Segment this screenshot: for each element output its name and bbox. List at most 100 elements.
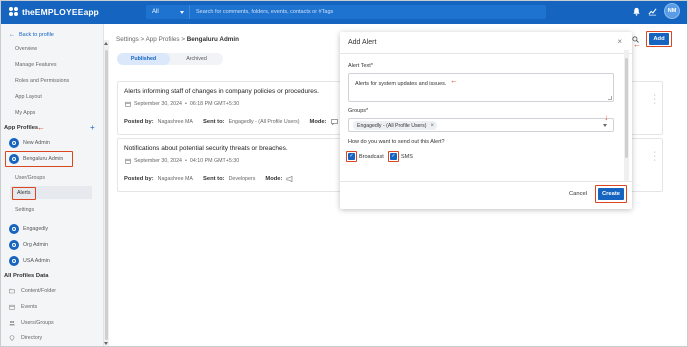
sidebar-item-settings[interactable]: Settings (15, 207, 34, 213)
mode-label: Mode: (309, 119, 327, 125)
calendar-icon (125, 101, 131, 107)
profile-label: Engagedly (23, 226, 49, 232)
users-icon (9, 321, 15, 326)
breadcrumb-app-profiles[interactable]: App Profiles (146, 36, 180, 43)
alert-date: September 30, 2024 • 04:10 PM GMT+5:30 (125, 158, 239, 164)
alert-time-text: 06:18 PM GMT+5:30 (189, 101, 240, 107)
modal-scrollbar[interactable] (624, 50, 629, 182)
close-icon[interactable]: × (617, 38, 622, 46)
status-tabs: Published Archived (117, 53, 223, 65)
add-profile-plus-icon[interactable]: + (90, 124, 95, 132)
group-chip-label: Engagedly - (All Profile Users) (357, 122, 427, 129)
data-item-label: Content/Folder (21, 288, 57, 294)
calendar-icon (9, 304, 15, 310)
posted-by-value: Nagashree MA (157, 119, 193, 125)
sidebar-item-manage-features[interactable]: Manage Features (15, 62, 57, 68)
sidebar-item-my-apps[interactable]: My Apps (15, 110, 35, 116)
alert-text-value: Alerts for system updates and issues. (355, 81, 447, 87)
chevron-down-icon[interactable] (603, 124, 607, 127)
pin-icon (9, 335, 15, 341)
posted-by-value: Nagashree MA (157, 176, 193, 182)
sidebar-item-user-groups[interactable]: User/Groups (15, 175, 45, 181)
dot-separator: • (185, 101, 187, 107)
divider (340, 53, 632, 54)
tab-published[interactable]: Published (117, 53, 170, 65)
alert-footer: Posted by: Nagashree MA Sent to: Develop… (124, 176, 294, 182)
scrollbar-thumb[interactable] (625, 58, 628, 158)
search-input[interactable]: Search for comments, folders, events, co… (190, 9, 333, 15)
sidebar-item-directory[interactable]: Directory (9, 335, 42, 341)
sidebar-item-roles-permissions[interactable]: Roles and Permissions (15, 78, 69, 84)
kebab-icon[interactable]: · · · (654, 149, 656, 164)
alert-time-text: 04:10 PM GMT+5:30 (189, 158, 240, 164)
resize-handle-icon[interactable] (608, 96, 612, 100)
top-icons: NM (632, 3, 680, 19)
sent-to-label: Sent to: (202, 176, 225, 182)
groups-label: Groups* (348, 108, 369, 114)
avatar[interactable]: NM (664, 3, 680, 19)
profile-label: Org Admin (23, 242, 49, 248)
alert-text-label: Alert Text* (348, 63, 373, 69)
annotation-arrow-icon: ← (633, 40, 641, 49)
sent-to-value: Engagedly - (All Profile Users) (228, 119, 300, 125)
app-logo[interactable]: theEMPLOYEEapp (9, 7, 99, 17)
posted-by-label: Posted by: (124, 176, 154, 182)
sidebar-item-engagedly[interactable]: Engagedly (9, 224, 48, 234)
alert-text-field[interactable]: Alerts for system updates and issues. (348, 73, 614, 102)
breadcrumb-separator: > (181, 36, 185, 43)
send-out-label: How do you want to send out this Alert? (348, 139, 445, 145)
tab-archived[interactable]: Archived (170, 53, 223, 65)
sidebar-item-overview[interactable]: Overview (15, 46, 37, 52)
sidebar-item-users-groups[interactable]: Users/Groups (9, 320, 54, 326)
mode-label: Mode: (265, 176, 283, 182)
chart-icon[interactable] (648, 7, 657, 16)
annotation-highlight-box (346, 151, 357, 162)
search-scope-value: All (152, 9, 159, 15)
breadcrumb-current: Bengaluru Admin (186, 36, 239, 43)
cancel-button[interactable]: Cancel (569, 191, 587, 197)
sent-to-value: Developers (228, 176, 256, 182)
group-chip: Engagedly - (All Profile Users) × (353, 121, 437, 130)
annotation-arrow-icon: ← (450, 76, 458, 85)
sent-to-label: Sent to: (202, 119, 225, 125)
megaphone-icon (286, 176, 293, 182)
sidebar-item-app-layout[interactable]: App Layout (15, 94, 42, 100)
back-to-profile-link[interactable]: ← Back to profile (9, 32, 54, 38)
sidebar-item-new-admin[interactable]: New Admin (9, 138, 50, 148)
annotation-arrow-icon: ← (37, 123, 45, 132)
annotation-highlight-box (12, 187, 36, 200)
breadcrumb-settings[interactable]: Settings (116, 36, 139, 43)
profile-label: USA Admin (23, 258, 50, 264)
kebab-icon[interactable]: · · · (654, 92, 656, 107)
profile-label: New Admin (23, 140, 50, 146)
app-profiles-heading: App Profiles (4, 125, 39, 131)
data-item-label: Directory (21, 335, 43, 341)
sidebar-item-org-admin[interactable]: Org Admin (9, 240, 48, 250)
alert-footer: Posted by: Nagashree MA Sent to: Engaged… (124, 119, 338, 125)
sidebar-item-usa-admin[interactable]: USA Admin (9, 256, 50, 266)
data-item-label: Users/Groups (21, 320, 54, 326)
profile-globe-icon (9, 256, 19, 266)
profile-globe-icon (9, 224, 19, 234)
sidebar-item-events[interactable]: Events (9, 304, 37, 310)
broadcast-label: Broadcast (359, 153, 384, 160)
message-icon (330, 119, 338, 125)
logo-mark-icon (9, 7, 19, 17)
breadcrumb-separator: > (140, 36, 145, 43)
scrollbar-thumb[interactable] (105, 50, 108, 340)
posted-by-label: Posted by: (124, 119, 154, 125)
groups-select[interactable]: Engagedly - (All Profile Users) × (348, 118, 614, 132)
profile-globe-icon (9, 240, 19, 250)
sidebar-item-content-folder[interactable]: Content/Folder (9, 288, 56, 294)
chip-remove-icon[interactable]: × (430, 123, 434, 129)
annotation-highlight-box (388, 151, 399, 162)
annotation-highlight-box (595, 185, 627, 203)
scroll-down-icon[interactable] (104, 342, 108, 345)
sidebar: ← Back to profile Overview Manage Featur… (0, 24, 104, 347)
bell-icon[interactable] (632, 7, 641, 16)
sms-label: SMS (401, 153, 413, 160)
all-profiles-data-heading: All Profiles Data (4, 273, 49, 279)
add-alert-modal: Add Alert × Alert Text* Alerts for syste… (340, 32, 632, 209)
scroll-up-icon[interactable] (104, 42, 108, 45)
search-scope-select[interactable]: All (146, 5, 190, 19)
